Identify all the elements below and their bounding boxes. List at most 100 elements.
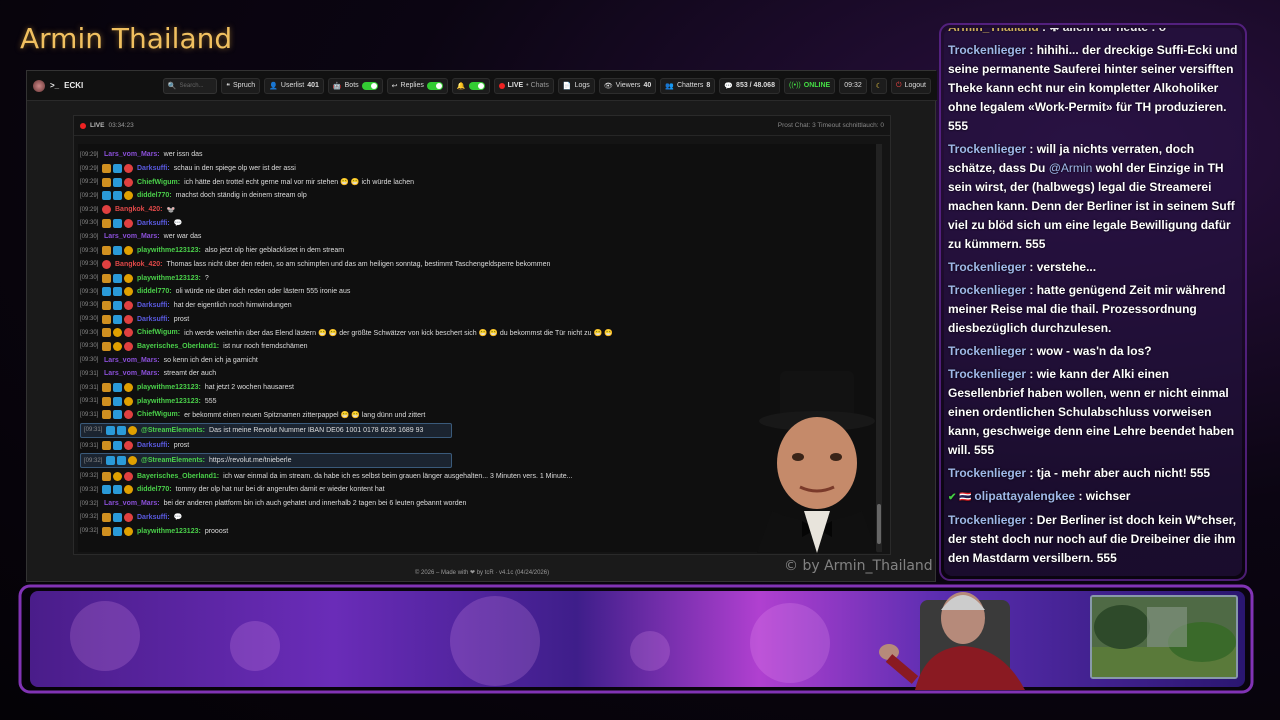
chat-username[interactable]: Darksuffi:: [137, 220, 170, 227]
chat-text: tommy der olp hat nur bei dir angerufen …: [175, 486, 385, 494]
chat-username[interactable]: playwithme123123:: [137, 398, 201, 405]
overlay-username: Trockenlieger: [948, 260, 1027, 274]
chat-username[interactable]: ChiefWigum:: [137, 329, 180, 336]
chat-username[interactable]: Bayerisches_Oberland1:: [137, 343, 219, 350]
bots-switch[interactable]: [361, 81, 378, 90]
bots-label: Bots: [344, 82, 359, 89]
chat-message: [09:30] Lars_vom_Mars: so kenn ich den ich…: [80, 353, 880, 367]
chat-username[interactable]: Darksuffi:: [137, 302, 170, 309]
brand[interactable]: >_ ECKI: [33, 79, 159, 92]
user-badge-icon: [113, 341, 122, 351]
chat-text: Das ist meine Revolut Nummer IBAN DE06 1…: [209, 426, 424, 434]
user-badge-icon: [102, 259, 111, 269]
user-badge-icon: [102, 164, 111, 174]
chat-username[interactable]: Bayerisches_Oberland1:: [137, 473, 219, 480]
message-timestamp: [09:30]: [80, 275, 99, 282]
overlay-username: Trockenlieger: [948, 283, 1027, 297]
user-badge-icon: [102, 485, 111, 495]
spruch-button[interactable]: ❝ Spruch: [221, 77, 261, 94]
chat-username[interactable]: Darksuffi:: [137, 514, 170, 521]
chat-text: so kenn ich den ich ja garnicht: [163, 356, 258, 364]
terminal-icon: >_: [50, 81, 60, 90]
chat-text: bei der anderen plattform bin ich auch g…: [163, 500, 467, 508]
overlay-chat-message: Trockenlieger : hihihi... der dreckige S…: [948, 43, 1238, 133]
chat-message: [09:30] playwithme123123: also jetzt olp h…: [80, 244, 880, 258]
logout-button[interactable]: ⏻ Logout: [891, 77, 931, 94]
replies-toggle[interactable]: ↩ Replies: [386, 77, 448, 94]
chat-text: schau in den spiege olp wer ist der assi: [173, 165, 296, 173]
chat-username[interactable]: diddel770:: [137, 486, 172, 493]
chat-username[interactable]: @StreamElements:: [141, 427, 205, 434]
chat-username[interactable]: Bangkok_420:: [115, 261, 162, 268]
live-status: LIVE: [90, 122, 105, 129]
live-chats-button[interactable]: LIVE • Chats: [493, 77, 554, 94]
chat-text: ich werde weiterhin über das Elend läste…: [184, 329, 613, 337]
message-timestamp: [09:32]: [80, 486, 99, 493]
chat-text: hat jetzt 2 wochen hausarest: [204, 384, 294, 392]
theme-toggle[interactable]: ☾: [870, 77, 888, 94]
clock-time: 09:32: [844, 82, 862, 89]
chat-username[interactable]: @StreamElements:: [141, 457, 205, 464]
user-badge-icon: [113, 328, 122, 338]
chat-username[interactable]: Lars_vom_Mars:: [104, 500, 160, 507]
message-timestamp: [09:30]: [80, 261, 99, 268]
viewers-button[interactable]: 👁 Viewers 40: [598, 77, 657, 94]
overlay-message-text: ✱ allem für heute : ô: [1049, 28, 1166, 34]
userlist-button[interactable]: 👤 Userlist 401: [264, 77, 324, 94]
user-badge-icon: [124, 341, 133, 351]
comment-icon: 💬: [724, 82, 734, 90]
top-hat-portrait-image: [757, 371, 877, 553]
user-badge-icon: [113, 471, 122, 481]
sound-toggle[interactable]: 🔔: [451, 77, 490, 94]
chat-message: [09:30] Bangkok_420: Thomas lass nicht übe…: [80, 258, 880, 272]
chat-username[interactable]: diddel770:: [137, 192, 172, 199]
bots-toggle[interactable]: 🤖 Bots: [327, 77, 383, 94]
message-timestamp: [09:31]: [80, 411, 99, 418]
chat-username[interactable]: ChiefWigum:: [137, 411, 180, 418]
user-badge-icon: [124, 410, 133, 420]
message-timestamp: [09:30]: [80, 302, 99, 309]
overlay-username: Trockenlieger: [948, 142, 1027, 156]
chat-username[interactable]: playwithme123123:: [137, 247, 201, 254]
message-timestamp: [09:29]: [80, 192, 99, 199]
chat-username[interactable]: Lars_vom_Mars:: [104, 233, 160, 240]
user-badge-icon: [124, 471, 133, 481]
chat-username[interactable]: Darksuffi:: [137, 442, 170, 449]
user-badge-icon: [113, 246, 122, 256]
moon-icon: ☾: [875, 82, 883, 90]
chat-username[interactable]: Lars_vom_Mars:: [104, 370, 160, 377]
message-timestamp: [09:30]: [80, 288, 99, 295]
file-icon: 📄: [562, 82, 572, 90]
replies-switch[interactable]: [426, 81, 443, 90]
logs-button[interactable]: 📄 Logs: [557, 77, 595, 94]
user-badge-icon: [124, 485, 133, 495]
overlay-chat-message: ✔ 🇹🇭 olipattayalengkee : wichser: [948, 489, 1131, 503]
user-badge-icon: [124, 328, 133, 338]
chat-username[interactable]: Darksuffi:: [137, 316, 170, 323]
stream-title: Armin Thailand: [20, 22, 233, 55]
sound-switch[interactable]: [468, 81, 485, 90]
chat-username[interactable]: ChiefWigum:: [137, 179, 180, 186]
chat-username[interactable]: playwithme123123:: [137, 384, 201, 391]
chatters-button[interactable]: 👥 Chatters 8: [660, 77, 716, 94]
chat-username[interactable]: Lars_vom_Mars:: [104, 357, 160, 364]
user-badge-icon: [124, 314, 133, 324]
chat-username[interactable]: Darksuffi:: [137, 165, 170, 172]
user-badge-icon: [102, 383, 111, 393]
user-badge-icon: [102, 273, 111, 283]
user-badge-icon: [128, 425, 137, 435]
chat-username[interactable]: diddel770:: [137, 288, 172, 295]
user-badge-icon: [102, 205, 111, 215]
chat-username[interactable]: Bangkok_420:: [115, 206, 162, 213]
chat-username[interactable]: playwithme123123:: [137, 275, 201, 282]
message-timestamp: [09:32]: [80, 473, 99, 480]
viewers-label: Viewers: [615, 82, 641, 89]
message-timestamp: [09:30]: [80, 247, 99, 254]
chat-username[interactable]: playwithme123123:: [137, 528, 201, 535]
message-timestamp: [09:32]: [80, 500, 99, 507]
chat-message: [09:29] Darksuffi: schau in den spiege olp…: [80, 162, 880, 176]
chat-username[interactable]: Lars_vom_Mars:: [104, 151, 160, 158]
chat-message: [09:30] Darksuffi: 💬: [80, 216, 880, 230]
message-timestamp: [09:31]: [80, 398, 99, 405]
search-input[interactable]: 🔍 Search...: [162, 77, 218, 94]
